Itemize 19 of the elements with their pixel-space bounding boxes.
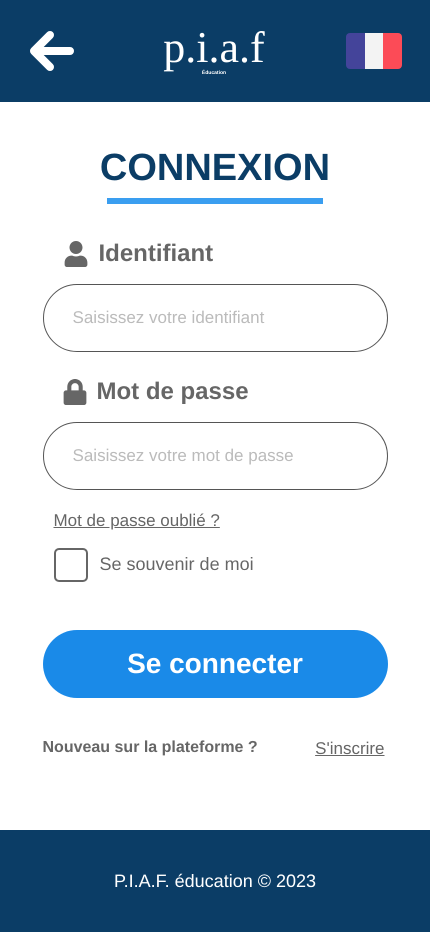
- remember-checkbox[interactable]: [54, 548, 88, 582]
- forgot-password-link[interactable]: Mot de passe oublié ?: [54, 508, 388, 534]
- logo: p.i.a.f: [163, 26, 265, 70]
- remember-label: Se souvenir de moi: [100, 553, 254, 576]
- page-title: CONNEXION: [100, 146, 330, 190]
- field-label: Mot de passe: [96, 377, 249, 407]
- input-field[interactable]: Saisissez votre mot de passe: [42, 422, 388, 490]
- signup-prompt: Nouveau sur la plateforme ?: [42, 738, 258, 758]
- back-arrow-icon: [28, 30, 74, 72]
- user-icon: [62, 241, 88, 267]
- flag-icon: [346, 33, 402, 69]
- login-button[interactable]: Se connecter: [42, 630, 388, 698]
- lock-icon: [62, 379, 86, 405]
- footer-text: P.I.A.F. éducation © 2023: [114, 870, 316, 892]
- language-button[interactable]: [346, 33, 402, 69]
- field-label: Identifiant: [98, 239, 214, 269]
- back-button[interactable]: [28, 28, 74, 74]
- signup-link[interactable]: S'inscrire: [315, 736, 384, 761]
- input-field[interactable]: Saisissez votre identifiant: [42, 284, 388, 352]
